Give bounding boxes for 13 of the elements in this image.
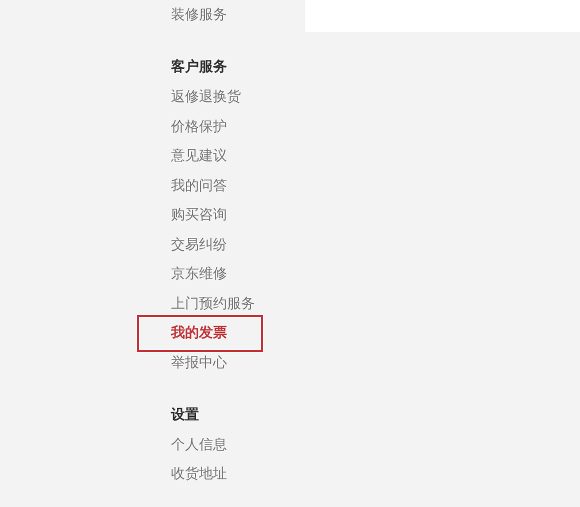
menu-link[interactable]: 返修退换货 bbox=[171, 83, 241, 112]
menu-link[interactable]: 购买咨询 bbox=[171, 201, 227, 230]
menu-link[interactable]: 价格保护 bbox=[171, 112, 227, 142]
menu-link[interactable]: 我的发票 bbox=[137, 315, 263, 352]
section-heading: 客户服务 bbox=[171, 58, 228, 77]
menu-link[interactable]: 京东维修 bbox=[171, 260, 227, 290]
menu-link[interactable]: 个人信息 bbox=[171, 430, 227, 460]
menu-link[interactable]: 交易纠纷 bbox=[171, 230, 227, 260]
section-heading: 设置 bbox=[171, 406, 200, 424]
menu-link[interactable]: 收货地址 bbox=[171, 460, 227, 490]
menu-link[interactable]: 我的问答 bbox=[171, 172, 227, 201]
menu-link[interactable]: 装修服务 bbox=[171, 1, 227, 30]
menu-link[interactable]: 意见建议 bbox=[171, 142, 227, 172]
